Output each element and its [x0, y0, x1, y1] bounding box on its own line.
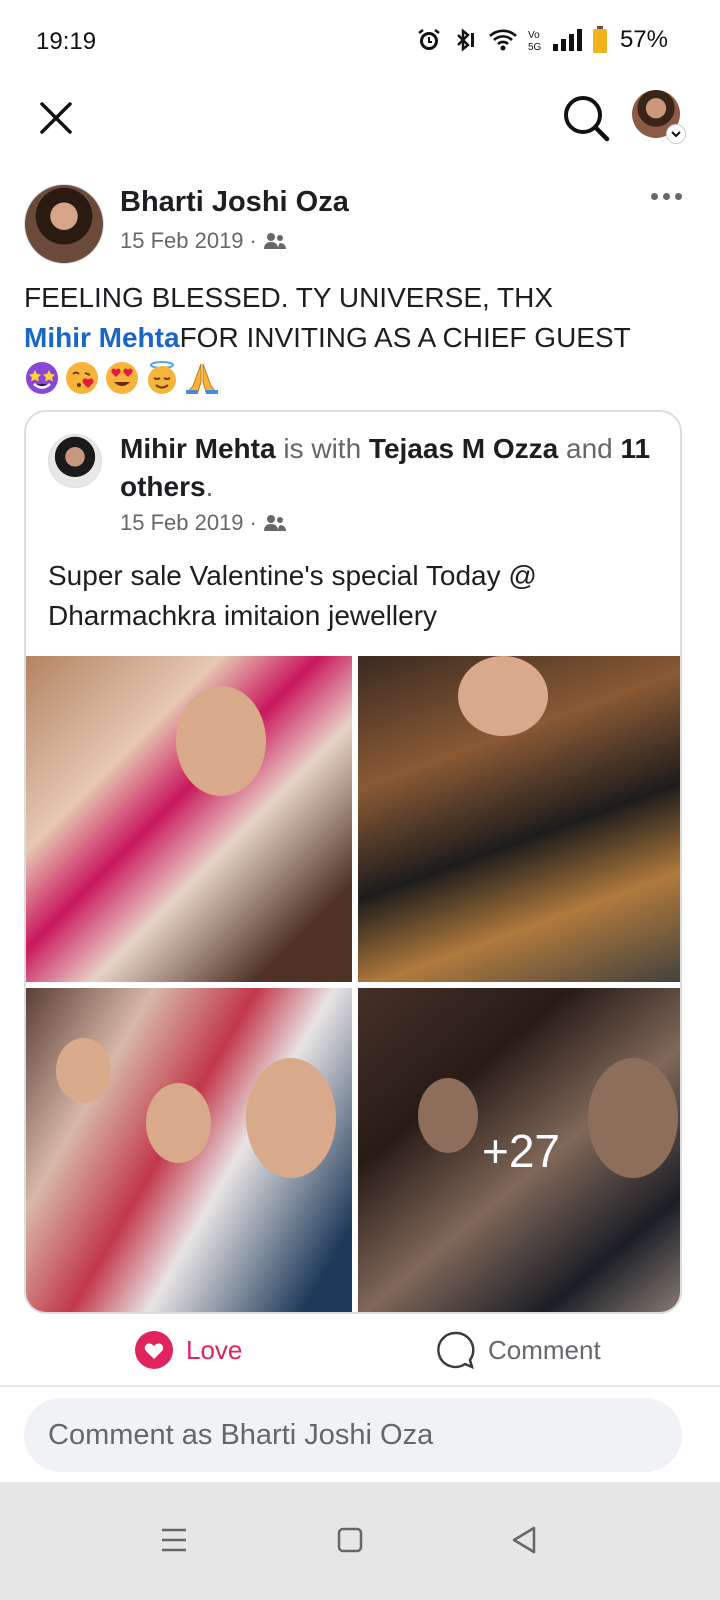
comment-icon — [437, 1331, 475, 1370]
shared-post-header: Mihir Mehta is with Tejaas M Ozza and 11… — [120, 430, 660, 506]
shared-post-date[interactable]: 15 Feb 2019 — [120, 510, 244, 536]
close-icon — [40, 102, 72, 134]
post-date[interactable]: 15 Feb 2019 — [120, 228, 244, 254]
period-text: . — [205, 471, 214, 502]
photo-4[interactable]: +27 — [358, 988, 680, 1312]
status-bar: 19:19 Vo 5G 57% — [0, 0, 720, 84]
comment-input[interactable]: Comment as Bharti Joshi Oza — [24, 1398, 682, 1472]
shared-post-card[interactable]: Mihir Mehta is with Tejaas M Ozza and 11… — [24, 410, 682, 1314]
mention-link[interactable]: Mihir Mehta — [24, 322, 180, 353]
photo-2[interactable] — [358, 656, 680, 982]
post-text-rest: FOR INVITING AS A CHIEF GUEST — [179, 322, 631, 353]
more-dot-icon — [662, 192, 670, 200]
author-avatar[interactable] — [24, 184, 104, 264]
love-label: Love — [186, 1334, 243, 1365]
battery-icon — [592, 26, 607, 53]
meta-separator: · — [249, 510, 257, 535]
comment-label: Comment — [488, 1334, 601, 1365]
bluetooth-icon — [457, 28, 474, 52]
volte-icon: Vo5G — [528, 30, 542, 53]
back-triangle-icon — [512, 1526, 536, 1554]
photo-3[interactable] — [26, 988, 352, 1312]
folded-hands-emoji-icon — [186, 363, 218, 394]
friends-icon — [263, 515, 286, 531]
author-name[interactable]: Bharti Joshi Oza — [120, 186, 349, 219]
shared-author-avatar[interactable] — [48, 434, 102, 488]
divider — [0, 1385, 720, 1387]
wifi-icon — [489, 29, 517, 51]
menu-icon — [162, 1528, 186, 1552]
alarm-icon — [418, 29, 440, 50]
post-text-line1: FEELING BLESSED. TY UNIVERSE, THX — [24, 282, 554, 313]
profile-menu-button[interactable] — [632, 90, 686, 144]
love-reaction-icon — [135, 1331, 173, 1369]
svg-text:Vo: Vo — [528, 30, 540, 41]
emoji-row — [24, 360, 700, 396]
is-with-text: is with — [283, 433, 362, 464]
tagged-user[interactable]: Tejaas M Ozza — [369, 433, 558, 464]
top-bar — [0, 84, 720, 184]
comment-placeholder: Comment as Bharti Joshi Oza — [48, 1418, 434, 1451]
love-button[interactable]: Love — [134, 1330, 242, 1370]
post-header: Bharti Joshi Oza 15 Feb 2019 · — [24, 184, 696, 268]
home-button[interactable] — [332, 1522, 368, 1558]
system-nav-bar — [0, 1482, 720, 1600]
face-blowing-kiss-emoji-icon — [66, 362, 98, 394]
recents-button[interactable] — [156, 1522, 192, 1558]
status-icons: Vo 5G 57% — [416, 26, 668, 54]
shared-post-meta: 15 Feb 2019 · — [120, 510, 287, 536]
meta-separator: · — [249, 228, 257, 253]
more-dot-icon — [674, 192, 682, 200]
photo-1[interactable] — [26, 656, 352, 982]
shared-post-text: Super sale Valentine's special Today @ D… — [48, 560, 537, 631]
star-struck-emoji-icon — [26, 362, 58, 394]
more-options-button[interactable] — [644, 184, 688, 208]
more-photos-overlay: +27 — [358, 988, 680, 1312]
action-bar: Love Comment — [0, 1320, 720, 1386]
battery-percent: 57% — [619, 26, 668, 53]
status-time: 19:19 — [36, 28, 97, 55]
chevron-down-icon — [666, 124, 686, 144]
comment-button[interactable]: Comment — [436, 1330, 601, 1370]
svg-text:5G: 5G — [528, 42, 542, 53]
and-text: and — [566, 433, 613, 464]
more-dot-icon — [650, 192, 658, 200]
post-text: FEELING BLESSED. TY UNIVERSE, THX Mihir … — [24, 278, 700, 396]
back-button[interactable] — [506, 1522, 542, 1558]
friends-icon — [263, 233, 286, 249]
search-button[interactable] — [560, 92, 612, 144]
more-photos-count: +27 — [481, 1125, 561, 1177]
post-meta: 15 Feb 2019 · — [120, 228, 287, 254]
shared-author-name[interactable]: Mihir Mehta — [120, 433, 276, 464]
heart-eyes-emoji-icon — [106, 362, 138, 394]
photo-grid: +27 — [26, 656, 680, 1312]
post-text-line2: Mihir MehtaFOR INVITING AS A CHIEF GUEST — [24, 318, 700, 358]
close-button[interactable] — [34, 96, 78, 140]
search-icon — [564, 96, 610, 142]
smiling-halo-emoji-icon — [148, 361, 176, 394]
home-square-icon — [337, 1527, 363, 1553]
signal-icon — [552, 29, 582, 51]
